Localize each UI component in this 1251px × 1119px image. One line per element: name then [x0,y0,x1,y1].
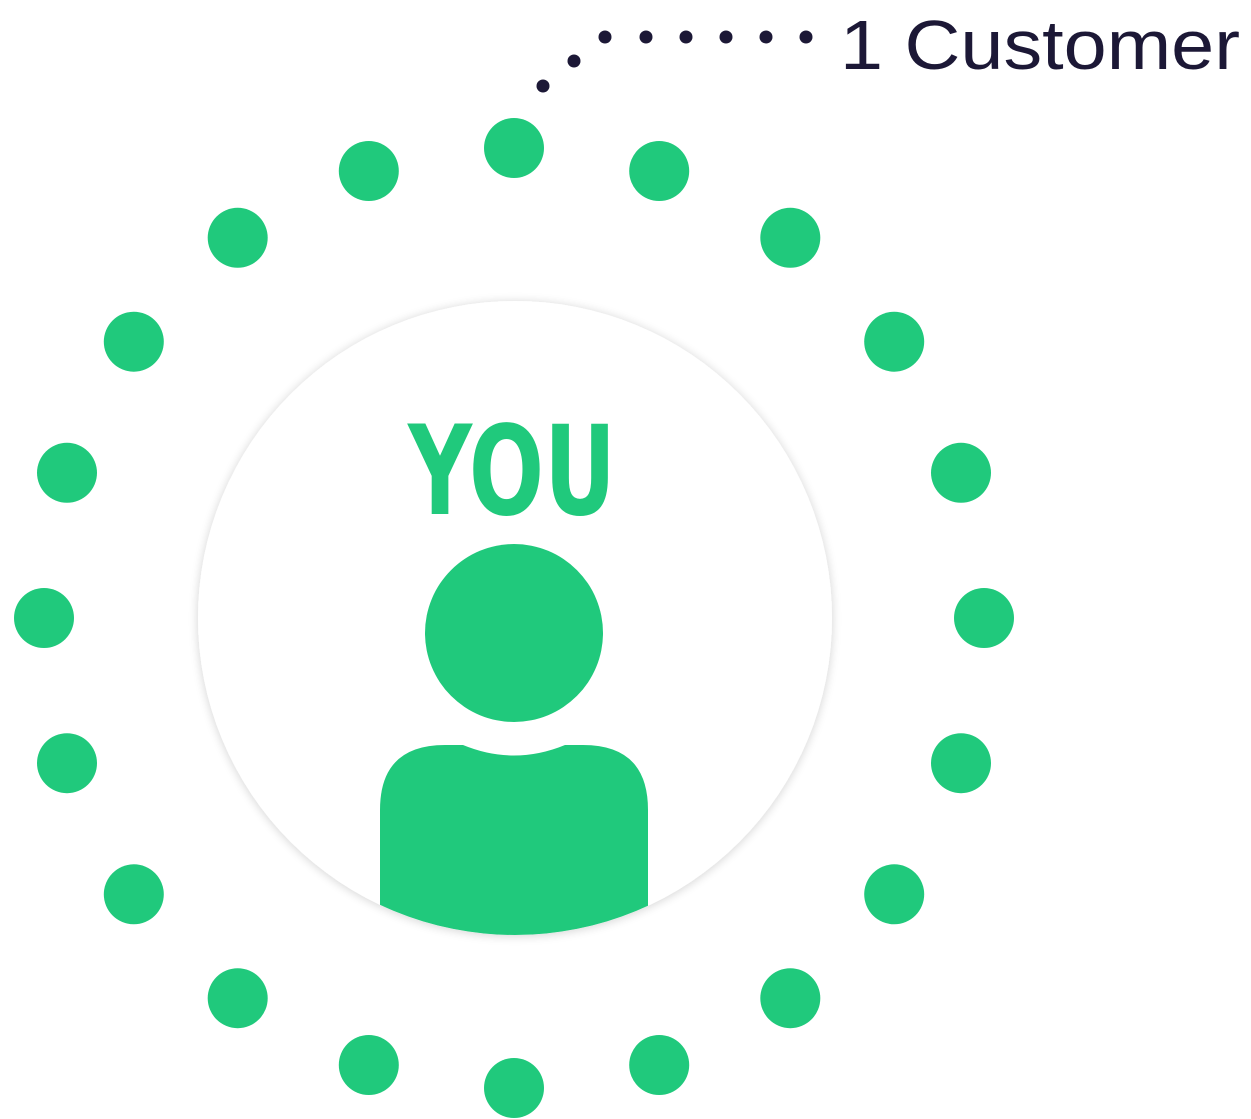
customer-dot [954,588,1014,648]
customer-dot [103,864,164,925]
customer-dot [864,864,925,925]
customer-dot [931,733,991,794]
leader-dot [759,30,773,44]
customer-dot [338,141,399,201]
customer-dot [629,1035,690,1095]
leader-dot [598,30,612,44]
customer-dot [207,968,268,1029]
customer-dot [14,588,74,648]
leader-dot [567,54,581,68]
customer-dot [37,733,97,794]
customer-dot [760,968,821,1029]
customer-dot [37,442,97,503]
customer-dot [931,442,991,503]
customer-dot [207,207,268,268]
leader-dot [799,30,813,44]
customer-ring-diagram: YOU 1 Customer [14,6,1240,1118]
callout-leader-dots [536,30,813,93]
leader-dot [639,30,653,44]
you-label: YOU [407,400,616,544]
callout-label: 1 Customer [840,6,1240,84]
customer-dot [629,141,690,201]
customer-dot [864,311,925,372]
customer-dot [760,207,821,268]
leader-dot [679,30,693,44]
leader-dot [536,79,550,93]
customer-dot [484,1058,544,1118]
customer-dot [103,311,164,372]
customer-dot [338,1035,399,1095]
customer-dot-highlighted [484,118,544,178]
leader-dot [719,30,733,44]
